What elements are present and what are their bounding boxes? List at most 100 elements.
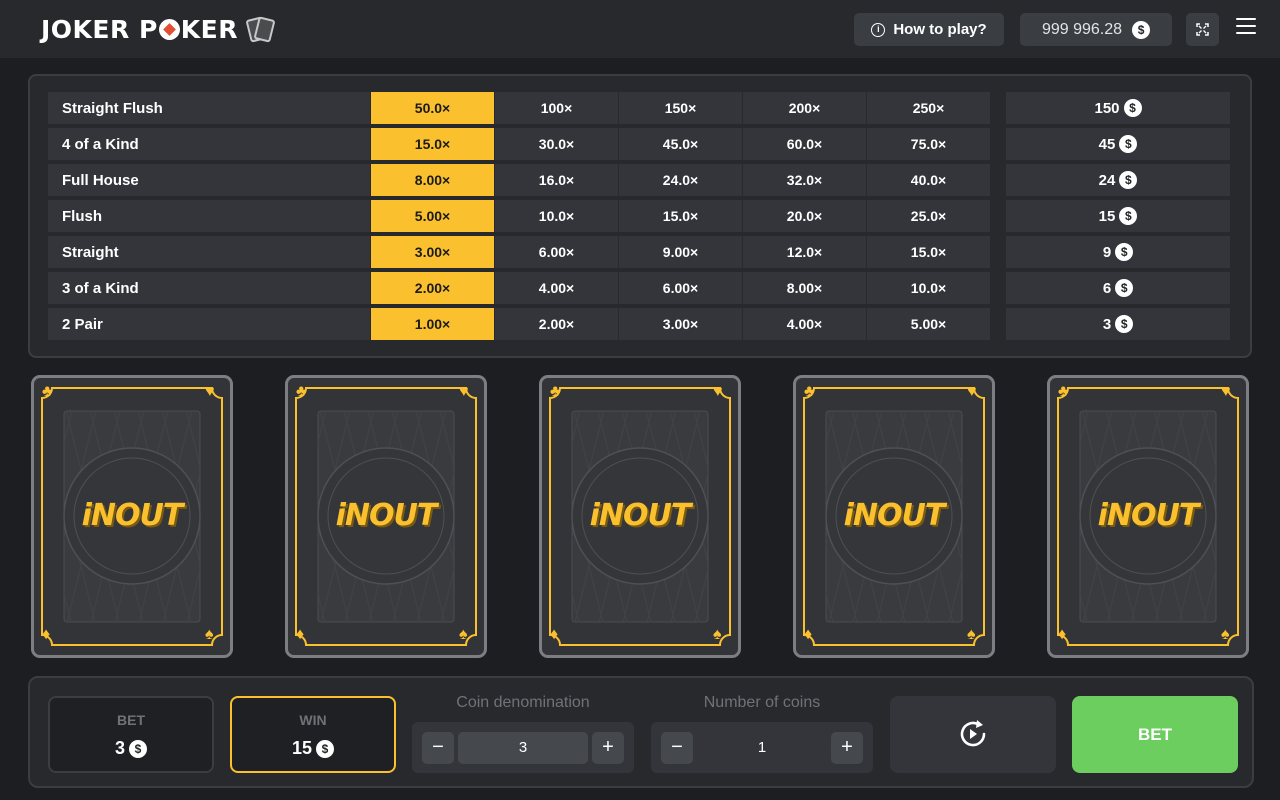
multiplier-cell: 40.0× [867,164,990,196]
control-panel: BET 3 $ WIN 15 $ Coin denomination − 3 +… [28,676,1254,788]
multiplier-cell: 12.0× [743,236,866,268]
multiplier-cell: 200× [743,92,866,124]
diamond-suit-icon: ♦ [1058,626,1067,643]
hand-name: 2 Pair [48,308,370,340]
dollar-coin-icon: $ [1115,243,1134,261]
multiplier-cell: 150× [619,92,742,124]
multiplier-cell: 16.0× [495,164,618,196]
club-suit-icon: ♣ [1058,383,1069,400]
card-brand-logo: iNOUT [843,498,946,533]
replay-icon [960,720,986,747]
payout-cell: 45 $ [1006,128,1230,160]
multiplier-cell: 8.00× [743,272,866,304]
multiplier-cell: 100× [495,92,618,124]
payout-cell: 24 $ [1006,164,1230,196]
club-suit-icon: ♣ [804,383,815,400]
spade-suit-icon: ♠ [713,626,722,643]
card-back[interactable]: iNOUT ♣ ♥ ♦ ♠ [539,375,741,658]
card-back[interactable]: iNOUT ♣ ♥ ♦ ♠ [793,375,995,658]
multiplier-cell: 4.00× [743,308,866,340]
fullscreen-icon [1196,23,1209,36]
coin-denomination-plus-button[interactable]: + [592,732,624,764]
club-suit-icon: ♣ [42,383,53,400]
fullscreen-button[interactable] [1186,13,1219,46]
hand-name: 3 of a Kind [48,272,370,304]
top-bar: JOKER P KER i How to play? 999 996.28 $ [0,0,1280,58]
paytable-row: 4 of a Kind 15.0× 30.0× 45.0× 60.0× 75.0× 45 $ [48,128,1230,160]
balance-display: 999 996.28 $ [1020,13,1172,46]
payout-cell: 6 $ [1006,272,1230,304]
multiplier-cell: 5.00× [867,308,990,340]
paytable-row: 3 of a Kind 2.00× 4.00× 6.00× 8.00× 10.0× 6 $ [48,272,1230,304]
number-of-coins-label: Number of coins [703,694,821,711]
paytable: Straight Flush 50.0× 100× 150× 200× 250× 150 $ 4… [28,74,1252,358]
win-label: WIN [299,712,327,728]
coin-denomination-value[interactable]: 3 [458,732,588,764]
multiplier-cell: 250× [867,92,990,124]
payout-cell: 15 $ [1006,200,1230,232]
hamburger-menu-icon[interactable] [1236,18,1256,38]
dollar-coin-icon: $ [1119,171,1138,189]
dollar-coin-icon: $ [1119,135,1138,153]
hand-name: Flush [48,200,370,232]
game-logo: JOKER P KER [41,13,278,45]
diamond-suit-icon: ♦ [804,626,813,643]
number-of-coins-minus-button[interactable]: − [661,732,693,764]
club-suit-icon: ♣ [550,383,561,400]
paytable-row: Straight Flush 50.0× 100× 150× 200× 250× 150 $ [48,92,1230,124]
multiplier-cell: 2.00× [371,272,494,304]
card-brand-logo: iNOUT [589,498,692,533]
number-of-coins-value[interactable]: 1 [697,732,827,764]
multiplier-cell: 6.00× [619,272,742,304]
bet-value-row: 3 $ [50,738,212,759]
heart-suit-icon: ♥ [967,383,977,400]
multiplier-cell: 25.0× [867,200,990,232]
how-to-play-button[interactable]: i How to play? [854,13,1004,46]
diamond-suit-icon: ♦ [42,626,51,643]
multiplier-cell: 75.0× [867,128,990,160]
coin-denomination-minus-button[interactable]: − [422,732,454,764]
multiplier-cell: 6.00× [495,236,618,268]
logo-diamond-icon [158,18,180,40]
coin-denomination-label: Coin denomination [456,694,590,711]
bet-button[interactable]: BET [1072,696,1238,773]
logo-cards-icon [244,15,278,43]
info-icon: i [871,22,886,37]
spade-suit-icon: ♠ [1221,626,1230,643]
heart-suit-icon: ♥ [205,383,215,400]
spade-suit-icon: ♠ [459,626,468,643]
replay-button[interactable] [890,696,1056,773]
coin-denomination-stepper: − 3 + [412,722,634,773]
dollar-coin-icon: $ [1119,207,1138,225]
card-back[interactable]: iNOUT ♣ ♥ ♦ ♠ [285,375,487,658]
multiplier-cell: 60.0× [743,128,866,160]
how-to-play-label: How to play? [893,21,987,38]
multiplier-cell: 1.00× [371,308,494,340]
bet-value: 3 [114,738,125,758]
multiplier-cell: 20.0× [743,200,866,232]
multiplier-cell: 15.0× [867,236,990,268]
card-back[interactable]: iNOUT ♣ ♥ ♦ ♠ [1047,375,1249,658]
multiplier-cell: 3.00× [619,308,742,340]
payout-cell: 9 $ [1006,236,1230,268]
multiplier-cell: 10.0× [495,200,618,232]
number-of-coins-plus-button[interactable]: + [831,732,863,764]
diamond-suit-icon: ♦ [550,626,559,643]
multiplier-cell: 32.0× [743,164,866,196]
card-back[interactable]: iNOUT ♣ ♥ ♦ ♠ [31,375,233,658]
hand-name: Straight [48,236,370,268]
multiplier-cell: 3.00× [371,236,494,268]
multiplier-cell: 50.0× [371,92,494,124]
paytable-row: Flush 5.00× 10.0× 15.0× 20.0× 25.0× 15 $ [48,200,1230,232]
dollar-coin-icon: $ [1115,279,1134,297]
payout-value: 3 [1102,315,1112,333]
hand-name: Straight Flush [48,92,370,124]
multiplier-cell: 8.00× [371,164,494,196]
dollar-coin-icon: $ [1115,315,1134,333]
paytable-row: Straight 3.00× 6.00× 9.00× 12.0× 15.0× 9 $ [48,236,1230,268]
multiplier-cell: 10.0× [867,272,990,304]
dollar-coin-icon: $ [1132,20,1151,39]
bet-label: BET [117,712,145,728]
payout-value: 24 [1098,171,1116,189]
heart-suit-icon: ♥ [459,383,469,400]
